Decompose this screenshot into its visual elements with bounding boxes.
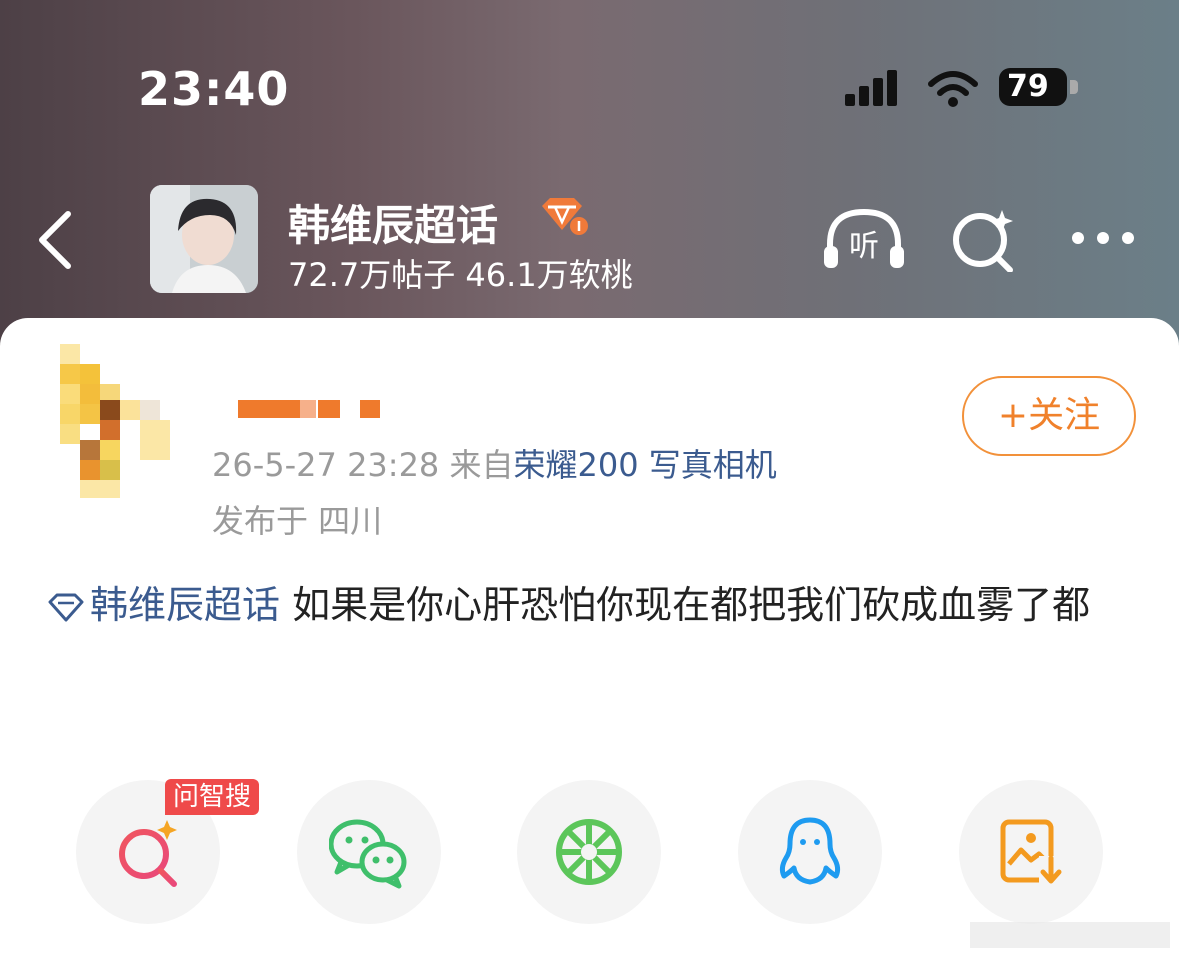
post-meta: 26-5-27 23:28 来自荣耀200 写真相机 bbox=[212, 440, 777, 486]
ai-search-icon bbox=[119, 820, 177, 887]
post-source-prefix: 来自 bbox=[449, 446, 514, 484]
watermark-logo bbox=[970, 922, 1170, 948]
listen-button[interactable]: 听 bbox=[822, 208, 906, 274]
back-button[interactable] bbox=[32, 208, 82, 272]
super-topic-level-icon bbox=[542, 198, 588, 235]
topic-stats: 72.7万帖子 46.1万软桃 bbox=[288, 256, 633, 294]
qq-icon bbox=[779, 817, 841, 885]
post-location: 发布于 四川 bbox=[212, 502, 383, 540]
save-image-icon bbox=[1000, 819, 1063, 886]
wechat-icon bbox=[329, 819, 407, 889]
ai-search-badge: 问智搜 bbox=[165, 779, 260, 815]
post-device-link[interactable]: 荣耀200 写真相机 bbox=[513, 446, 776, 484]
topic-title[interactable]: 韩维辰超话 bbox=[288, 192, 498, 253]
super-topic-tag[interactable]: 韩维辰超话 bbox=[46, 583, 280, 627]
post-body: 韩维辰超话 如果是你心肝恐怕你现在都把我们砍成血雾了都 bbox=[46, 576, 1136, 634]
header-background bbox=[0, 0, 1179, 360]
cellular-signal-icon bbox=[845, 70, 897, 106]
listen-label: 听 bbox=[849, 229, 879, 264]
topic-avatar[interactable] bbox=[150, 185, 258, 293]
post-time: 26-5-27 23:28 bbox=[212, 446, 440, 484]
share-qq-button[interactable] bbox=[738, 780, 882, 924]
follow-button[interactable]: +关注 bbox=[962, 376, 1136, 456]
username-redacted[interactable] bbox=[238, 398, 418, 422]
battery-tip bbox=[1070, 80, 1078, 94]
share-wechat-button[interactable] bbox=[297, 780, 441, 924]
more-icon[interactable] bbox=[1068, 228, 1138, 248]
share-moments-button[interactable] bbox=[517, 780, 661, 924]
super-topic-tag-label: 韩维辰超话 bbox=[90, 583, 281, 627]
moments-icon bbox=[556, 819, 622, 885]
user-avatar[interactable] bbox=[48, 340, 184, 500]
headphone-icon: 听 bbox=[824, 208, 904, 268]
ai-search-icon[interactable] bbox=[950, 206, 1016, 272]
post-content: 如果是你心肝恐怕你现在都把我们砍成血雾了都 bbox=[280, 583, 1091, 627]
battery-indicator: 79 bbox=[999, 68, 1067, 106]
diamond-icon bbox=[48, 593, 84, 622]
wifi-icon bbox=[928, 71, 978, 107]
status-time: 23:40 bbox=[138, 62, 290, 116]
share-save-image-button[interactable] bbox=[959, 780, 1103, 924]
